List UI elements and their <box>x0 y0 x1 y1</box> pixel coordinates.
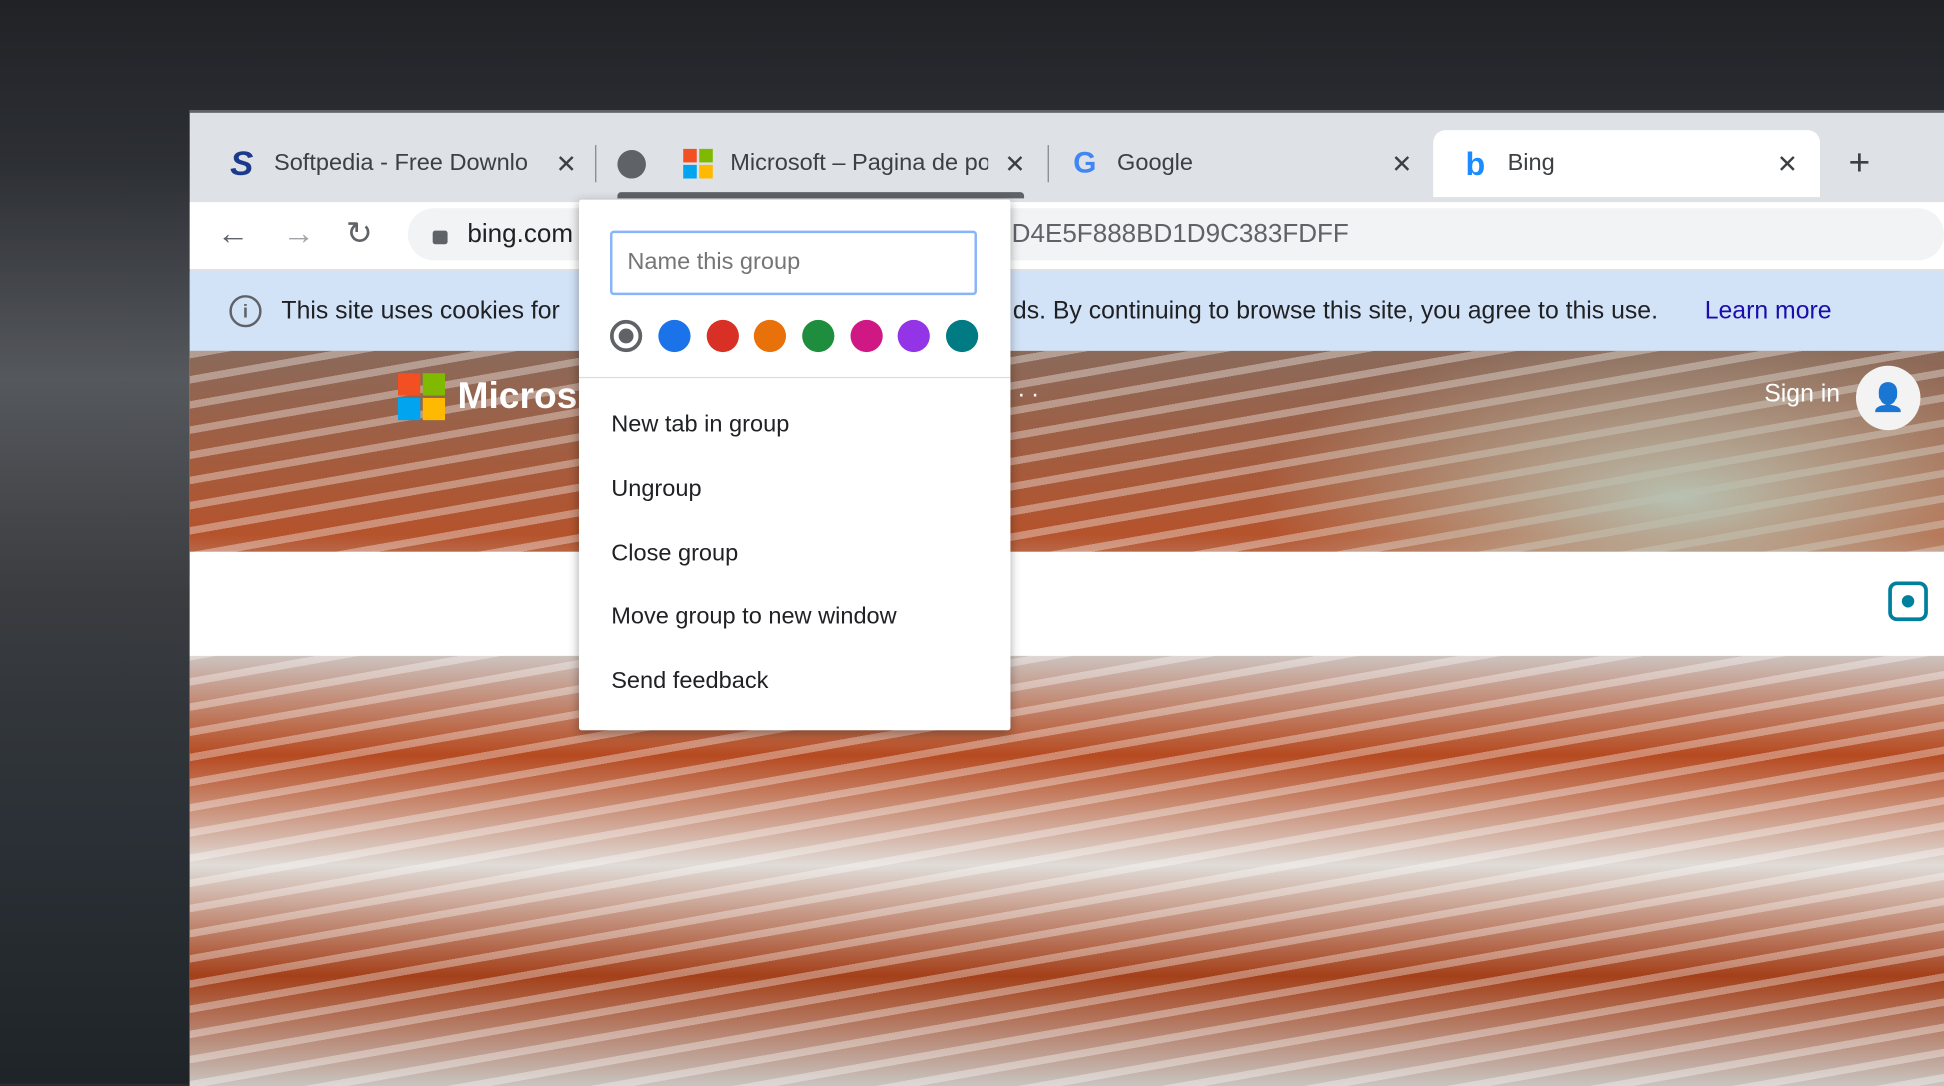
sign-in-link[interactable]: Sign in <box>1764 381 1840 410</box>
microsoft-icon <box>397 373 446 421</box>
tab-group-chip[interactable] <box>617 150 646 179</box>
tab-title: Google <box>1117 150 1194 177</box>
microsoft-icon <box>683 148 713 179</box>
color-swatch-purple[interactable] <box>897 319 930 353</box>
menu-item-send-feedback[interactable]: Send feedback <box>579 652 1010 712</box>
infobar-text-end: ds. By continuing to browse this site, y… <box>1012 296 1658 325</box>
menu-item-move-group[interactable]: Move group to new window <box>579 588 1010 648</box>
lock-icon <box>432 229 448 244</box>
visual-search-icon[interactable] <box>1888 581 1928 622</box>
microsoft-logo[interactable]: Micros <box>397 373 578 421</box>
color-swatch-red[interactable] <box>706 319 739 353</box>
learn-more-link[interactable]: Learn more <box>1705 297 1832 326</box>
toolbar: ← → ↻ bing.com D4E5F888BD1D9C383FDFF <box>189 202 1944 270</box>
bing-page-background: Micros . . Sign in 👤 <box>189 350 1944 1086</box>
infobar-text: This site uses cookies for <box>281 296 560 325</box>
divider <box>578 376 1011 379</box>
search-box-area[interactable] <box>189 551 1944 656</box>
close-icon[interactable]: ✕ <box>1005 148 1026 179</box>
tab-google[interactable]: G Google ✕ <box>1070 130 1412 197</box>
tab-strip: S Softpedia - Free Downlo ✕ Microsoft – … <box>190 113 1944 205</box>
bing-icon: b <box>1465 144 1486 182</box>
browser-window: S Softpedia - Free Downlo ✕ Microsoft – … <box>189 110 1944 1086</box>
divider <box>595 145 597 183</box>
tab-bing[interactable]: b Bing ✕ <box>1433 130 1821 198</box>
menu-item-new-tab-in-group[interactable]: New tab in group <box>579 395 1010 455</box>
back-icon[interactable]: ← <box>217 214 249 252</box>
softpedia-icon: S <box>230 143 254 183</box>
divider <box>1047 145 1049 183</box>
close-icon[interactable]: ✕ <box>556 148 577 179</box>
close-icon[interactable]: ✕ <box>1391 148 1412 179</box>
menu-item-close-group[interactable]: Close group <box>579 524 1010 584</box>
tab-softpedia[interactable]: S Softpedia - Free Downlo ✕ <box>227 130 577 197</box>
color-swatch-pink[interactable] <box>850 319 883 353</box>
color-swatch-orange[interactable] <box>753 319 787 353</box>
group-name-input[interactable] <box>609 230 977 296</box>
url-text: bing.com <box>467 219 574 248</box>
more-icon[interactable]: . . <box>1018 376 1039 405</box>
tab-title: Microsoft – Pagina de pornire <box>730 150 988 177</box>
url-text-suffix: D4E5F888BD1D9C383FDFF <box>1011 219 1349 248</box>
forward-icon[interactable]: → <box>283 214 315 252</box>
avatar[interactable]: 👤 <box>1855 365 1921 431</box>
color-swatch-grey[interactable] <box>609 319 643 353</box>
reload-icon[interactable]: ↻ <box>346 214 373 252</box>
tab-microsoft[interactable]: Microsoft – Pagina de pornire ✕ <box>683 130 1025 197</box>
brand-text: Micros <box>457 375 578 417</box>
color-swatch-blue[interactable] <box>658 319 691 353</box>
google-icon: G <box>1073 146 1097 180</box>
close-icon[interactable]: ✕ <box>1777 148 1798 179</box>
cookie-infobar: i This site uses cookies for ds. By cont… <box>189 271 1944 351</box>
menu-item-ungroup[interactable]: Ungroup <box>579 460 1010 520</box>
tab-title: Softpedia - Free Downlo <box>273 150 529 177</box>
color-swatch-cyan[interactable] <box>945 319 979 353</box>
tab-title: Bing <box>1507 150 1555 177</box>
info-icon: i <box>229 295 262 328</box>
color-swatch-green[interactable] <box>802 319 835 353</box>
new-tab-button[interactable]: + <box>1849 143 1871 185</box>
tab-group-editor: New tab in group Ungroup Close group Mov… <box>578 199 1011 731</box>
